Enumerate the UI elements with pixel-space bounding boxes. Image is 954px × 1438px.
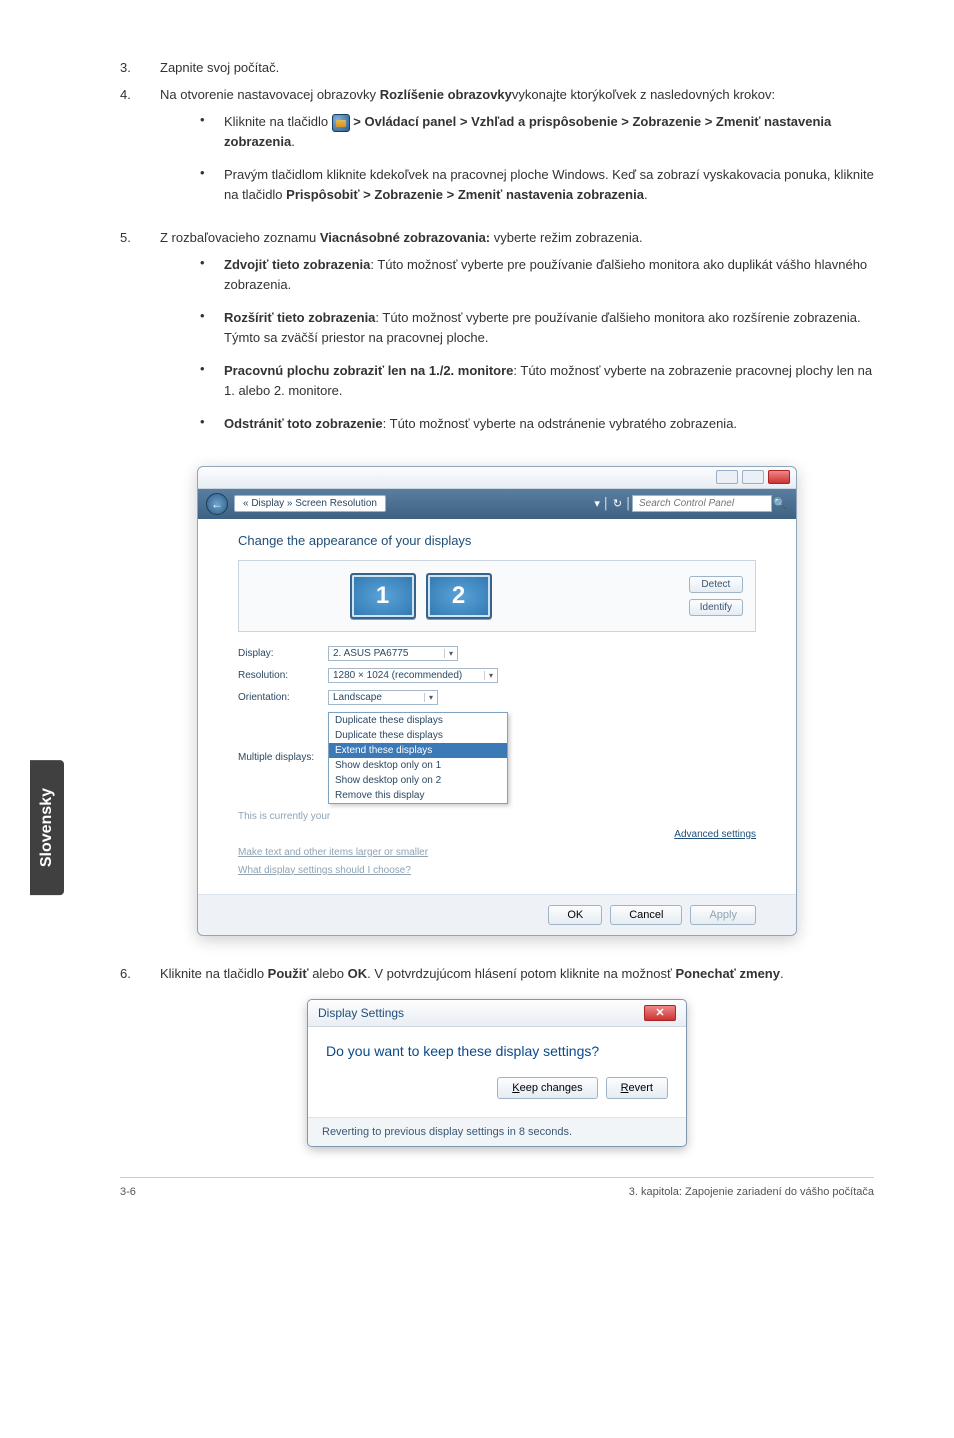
- bold-text: OK: [348, 966, 368, 981]
- close-button[interactable]: [768, 470, 790, 484]
- multiple-displays-dropdown[interactable]: Duplicate these displays Duplicate these…: [328, 712, 508, 804]
- chapter-title: 3. kapitola: Zapojenie zariadení do vášh…: [629, 1186, 874, 1198]
- substep: Pravým tlačidlom kliknite kdekoľvek na p…: [200, 165, 874, 204]
- maximize-button[interactable]: [742, 470, 764, 484]
- display-select[interactable]: 2. ASUS PA6775▾: [328, 646, 458, 661]
- page-footer: 3-6 3. kapitola: Zapojenie zariadení do …: [120, 1177, 874, 1198]
- option-item: Odstrániť toto zobrazenie: Túto možnosť …: [200, 414, 874, 434]
- step-6: 6. Kliknite na tlačidlo Použiť alebo OK.…: [120, 966, 874, 981]
- note-text-size[interactable]: Make text and other items larger or smal…: [238, 847, 756, 858]
- display-label: Display:: [238, 648, 328, 659]
- monitor-2[interactable]: 2: [426, 573, 492, 619]
- nav-search: ▾ │ ↻ │ 🔍: [594, 495, 788, 512]
- step-number: 3.: [120, 60, 160, 75]
- keep-changes-button[interactable]: Keep changes: [497, 1077, 597, 1099]
- back-button[interactable]: ←: [206, 493, 228, 515]
- option-title: Rozšíriť tieto zobrazenia: [224, 310, 375, 325]
- dropdown-option[interactable]: Duplicate these displays: [329, 713, 507, 728]
- multiple-displays-label: Multiple displays:: [238, 752, 328, 763]
- step-number: 5.: [120, 230, 160, 448]
- orientation-select[interactable]: Landscape▾: [328, 690, 438, 705]
- step-5: 5. Z rozbaľovacieho zoznamu Viacnásobné …: [120, 230, 874, 448]
- text: .: [644, 187, 648, 202]
- confirm-question: Do you want to keep these display settin…: [326, 1043, 668, 1059]
- confirm-footer: Reverting to previous display settings i…: [308, 1117, 686, 1146]
- titlebar: [198, 467, 796, 489]
- start-icon: [332, 114, 350, 132]
- option-title: Zdvojiť tieto zobrazenia: [224, 257, 370, 272]
- text: . V potvrdzujúcom hlásení potom kliknite…: [367, 966, 675, 981]
- substep: Kliknite na tlačidlo > Ovládací panel > …: [200, 112, 874, 151]
- close-button[interactable]: ✕: [644, 1005, 676, 1021]
- dropdown-option-selected[interactable]: Extend these displays: [329, 743, 507, 758]
- text: Z rozbaľovacieho zoznamu: [160, 230, 320, 245]
- resolution-select[interactable]: 1280 × 1024 (recommended)▾: [328, 668, 498, 683]
- nav-path: Prispôsobiť > Zobrazenie > Zmeniť nastav…: [286, 187, 644, 202]
- step-number: 4.: [120, 87, 160, 218]
- step-body: Kliknite na tlačidlo Použiť alebo OK. V …: [160, 966, 874, 981]
- bold-text: Rozlíšenie obrazovky: [380, 87, 512, 102]
- detect-button[interactable]: Detect: [689, 576, 743, 593]
- dialog-titlebar: Display Settings ✕: [308, 1000, 686, 1027]
- note-help[interactable]: What display settings should I choose?: [238, 865, 756, 876]
- bold-text: Viacnásobné zobrazovania:: [320, 230, 490, 245]
- minimize-button[interactable]: [716, 470, 738, 484]
- text: Kliknite na tlačidlo: [160, 966, 268, 981]
- identify-button[interactable]: Identify: [689, 599, 743, 616]
- option-text: : Túto možnosť vyberte na odstránenie vy…: [383, 416, 737, 431]
- advanced-settings-link[interactable]: Advanced settings: [238, 829, 756, 840]
- nav-bar: ← « Display » Screen Resolution ▾ │ ↻ │ …: [198, 489, 796, 519]
- resolution-label: Resolution:: [238, 670, 328, 681]
- search-icon[interactable]: 🔍: [772, 497, 788, 510]
- orientation-label: Orientation:: [238, 692, 328, 703]
- dialog-title: Display Settings: [318, 1006, 404, 1020]
- option-item: Rozšíriť tieto zobrazenia: Túto možnosť …: [200, 308, 874, 347]
- option-title: Odstrániť toto zobrazenie: [224, 416, 383, 431]
- text: .: [780, 966, 784, 981]
- bold-text: Použiť: [268, 966, 309, 981]
- screen-resolution-dialog: ← « Display » Screen Resolution ▾ │ ↻ │ …: [197, 466, 797, 936]
- dropdown-option[interactable]: Show desktop only on 1: [329, 758, 507, 773]
- bold-text: Ponechať zmeny: [675, 966, 779, 981]
- option-item: Pracovnú plochu zobraziť len na 1./2. mo…: [200, 361, 874, 400]
- option-title: Pracovnú plochu zobraziť len na 1./2. mo…: [224, 363, 513, 378]
- text: Na otvorenie nastavovacej obrazovky: [160, 87, 380, 102]
- text: vykonajte ktorýkoľvek z nasledovných kro…: [512, 87, 775, 102]
- step-3: 3. Zapnite svoj počítač.: [120, 60, 874, 75]
- page-number: 3-6: [120, 1186, 136, 1198]
- step-number: 6.: [120, 966, 160, 981]
- step-4: 4. Na otvorenie nastavovacej obrazovky R…: [120, 87, 874, 218]
- monitor-preview: 1 2 Detect Identify: [238, 560, 756, 632]
- text: vyberte režim zobrazenia.: [490, 230, 642, 245]
- apply-button[interactable]: Apply: [690, 905, 756, 925]
- step-body: Zapnite svoj počítač.: [160, 60, 874, 75]
- step-body: Na otvorenie nastavovacej obrazovky Rozl…: [160, 87, 874, 218]
- option-item: Zdvojiť tieto zobrazenia: Túto možnosť v…: [200, 255, 874, 294]
- dropdown-option[interactable]: Remove this display: [329, 788, 507, 803]
- ok-button[interactable]: OK: [548, 905, 602, 925]
- confirm-dialog: Display Settings ✕ Do you want to keep t…: [307, 999, 687, 1147]
- cancel-button[interactable]: Cancel: [610, 905, 682, 925]
- breadcrumb[interactable]: « Display » Screen Resolution: [234, 495, 386, 512]
- text: Kliknite na tlačidlo: [224, 114, 332, 129]
- text: .: [291, 134, 295, 149]
- note-current: This is currently your: [238, 811, 756, 822]
- step-body: Z rozbaľovacieho zoznamu Viacnásobné zob…: [160, 230, 874, 448]
- page-content: 3. Zapnite svoj počítač. 4. Na otvorenie…: [0, 0, 954, 1380]
- revert-button[interactable]: Revert: [606, 1077, 668, 1099]
- dropdown-option[interactable]: Duplicate these displays: [329, 728, 507, 743]
- dropdown-option[interactable]: Show desktop only on 2: [329, 773, 507, 788]
- text: alebo: [309, 966, 348, 981]
- monitor-1[interactable]: 1: [350, 573, 416, 619]
- dialog-heading: Change the appearance of your displays: [238, 533, 756, 548]
- search-input[interactable]: [632, 495, 772, 512]
